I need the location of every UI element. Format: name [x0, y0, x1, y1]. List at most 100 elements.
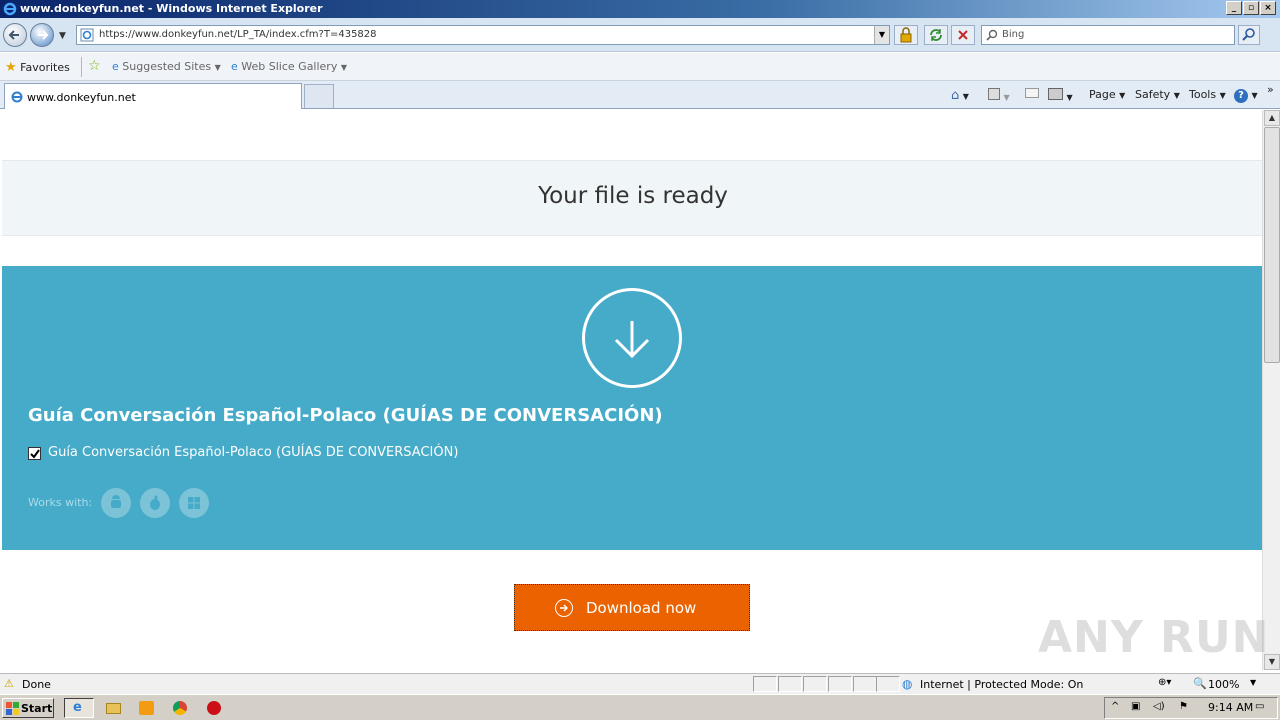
zoom-dropdown-icon[interactable]: ▼ — [1250, 678, 1256, 687]
action-center-flag-icon[interactable]: ⚑ — [1179, 701, 1188, 712]
chevron-down-icon: ▼ — [214, 63, 221, 72]
compatibility-refresh-button[interactable] — [924, 25, 948, 45]
tools-menu[interactable]: Tools ▼ — [1189, 88, 1226, 101]
maximize-button[interactable]: ▫ — [1243, 1, 1259, 15]
chevron-down-icon: ▼ — [962, 92, 969, 101]
favorites-separator — [81, 57, 82, 77]
close-window-button[interactable]: × — [1260, 1, 1276, 15]
tab-donkeyfun[interactable]: www.donkeyfun.net — [4, 83, 302, 109]
show-desktop-icon[interactable]: ▭ — [1255, 701, 1264, 712]
taskbar-chrome-button[interactable] — [170, 698, 192, 718]
add-favorite-icon: ☆ — [88, 58, 101, 74]
tab-label: www.donkeyfun.net — [27, 91, 136, 104]
protected-mode-icon[interactable]: ⊕▾ — [1158, 677, 1171, 688]
help-button[interactable]: ? ▼ — [1234, 88, 1258, 103]
address-dropdown[interactable]: ▼ — [874, 26, 889, 44]
taskbar-media-player-button[interactable] — [136, 698, 158, 718]
security-lock-button[interactable] — [894, 25, 918, 45]
address-bar[interactable]: https://www.donkeyfun.net/LP_TA/index.cf… — [76, 25, 890, 45]
home-icon: ⌂ — [951, 88, 960, 103]
toolbar-overflow-button[interactable]: » — [1267, 83, 1274, 96]
chrome-icon — [173, 701, 187, 715]
checkmark-icon — [30, 449, 40, 459]
minimize-button[interactable]: _ — [1226, 1, 1242, 15]
chevron-down-icon: ▼ — [340, 63, 347, 72]
web-slice-icon: e — [231, 60, 238, 73]
download-now-label: Download now — [586, 599, 697, 617]
network-icon[interactable]: ▣ — [1131, 701, 1140, 712]
start-button[interactable]: Start — [2, 698, 54, 718]
taskbar-ie-button[interactable]: e — [64, 698, 94, 718]
recent-pages-dropdown[interactable]: ▼ — [59, 31, 66, 41]
tray-expand-icon[interactable]: ^ — [1111, 701, 1119, 712]
address-url[interactable]: https://www.donkeyfun.net/LP_TA/index.cf… — [99, 29, 377, 40]
taskbar: Start e ^ ▣ ◁) ⚑ ▭ 9:14 AM — [0, 694, 1280, 720]
opera-icon — [207, 701, 221, 715]
page-viewport: Your file is ready Guía Conversación Esp… — [0, 110, 1262, 670]
folder-icon — [106, 703, 121, 714]
apple-icon — [140, 488, 170, 518]
tools-menu-label: Tools — [1189, 88, 1217, 101]
lock-icon — [900, 27, 912, 43]
arrow-right-circle-icon — [555, 599, 573, 617]
status-pane — [876, 676, 900, 692]
forward-arrow-icon — [38, 30, 49, 40]
download-arrow-icon — [614, 321, 650, 359]
search-input[interactable]: Bing — [981, 25, 1235, 45]
clock[interactable]: 9:14 AM — [1208, 701, 1253, 714]
mail-icon — [1025, 88, 1039, 98]
taskbar-explorer-button[interactable] — [103, 698, 125, 718]
tab-page-icon — [11, 91, 23, 103]
suggested-sites-link[interactable]: e Suggested Sites ▼ — [112, 60, 221, 73]
chevron-down-icon: ▼ — [1173, 91, 1180, 100]
offer-checkbox[interactable] — [28, 447, 41, 460]
add-to-favorites-button[interactable]: ☆ — [88, 58, 101, 74]
back-button[interactable] — [3, 23, 27, 47]
suggested-sites-icon: e — [112, 60, 119, 73]
anyrun-watermark: ANY RUN — [1038, 612, 1270, 663]
works-with-label: Works with: — [28, 496, 93, 509]
status-pane — [828, 676, 852, 692]
download-now-button[interactable]: Download now — [514, 584, 750, 631]
back-arrow-icon — [8, 30, 19, 40]
tab-row: www.donkeyfun.net ⌂ ▼ ▼ ▼ Page ▼ Safety … — [0, 81, 1280, 109]
favorites-label: Favorites — [20, 61, 70, 74]
forward-button[interactable] — [30, 23, 54, 47]
vertical-scrollbar[interactable]: ▲ ▼ — [1262, 110, 1280, 670]
scroll-up-button[interactable]: ▲ — [1264, 110, 1280, 126]
globe-icon: ◍ — [902, 677, 913, 691]
volume-icon[interactable]: ◁) — [1153, 701, 1165, 712]
chevron-down-icon: ▼ — [1251, 91, 1258, 100]
feeds-button[interactable]: ▼ — [988, 88, 1010, 103]
chevron-down-icon: ▼ — [1219, 91, 1226, 100]
status-text: Done — [22, 678, 51, 691]
page-heading: Your file is ready — [538, 183, 728, 209]
window-title: www.donkeyfun.net - Windows Internet Exp… — [20, 2, 323, 15]
safety-menu[interactable]: Safety ▼ — [1135, 88, 1180, 101]
zoom-level[interactable]: 100% — [1208, 678, 1239, 691]
print-button[interactable]: ▼ — [1048, 88, 1073, 103]
page-menu-label: Page — [1089, 88, 1116, 101]
chevron-down-icon: ▼ — [1066, 93, 1073, 102]
status-pane — [778, 676, 802, 692]
offer-checkbox-label: Guía Conversación Español-Polaco (GUÍAS … — [48, 445, 459, 460]
search-button[interactable] — [1238, 25, 1260, 45]
windows-flag-icon — [6, 702, 19, 715]
new-tab-button[interactable] — [304, 84, 334, 108]
stop-button[interactable] — [951, 25, 975, 45]
home-button[interactable]: ⌂ ▼ — [951, 88, 969, 103]
rss-icon — [988, 88, 1000, 100]
favorites-star-icon: ★ — [5, 60, 17, 75]
taskbar-opera-button[interactable] — [204, 698, 226, 718]
security-zone-text[interactable]: Internet | Protected Mode: On — [920, 678, 1083, 691]
status-pane — [803, 676, 827, 692]
web-slice-gallery-link[interactable]: e Web Slice Gallery ▼ — [231, 60, 347, 73]
scroll-thumb[interactable] — [1264, 127, 1280, 363]
refresh-icon — [930, 29, 942, 41]
suggested-sites-label: Suggested Sites — [122, 60, 212, 73]
page-menu[interactable]: Page ▼ — [1089, 88, 1125, 101]
status-bar: ⚠ Done ◍ Internet | Protected Mode: On ⊕… — [0, 673, 1280, 694]
favorites-button[interactable]: ★ Favorites — [5, 60, 70, 75]
stop-x-icon — [958, 30, 968, 40]
read-mail-button[interactable] — [1025, 88, 1039, 101]
